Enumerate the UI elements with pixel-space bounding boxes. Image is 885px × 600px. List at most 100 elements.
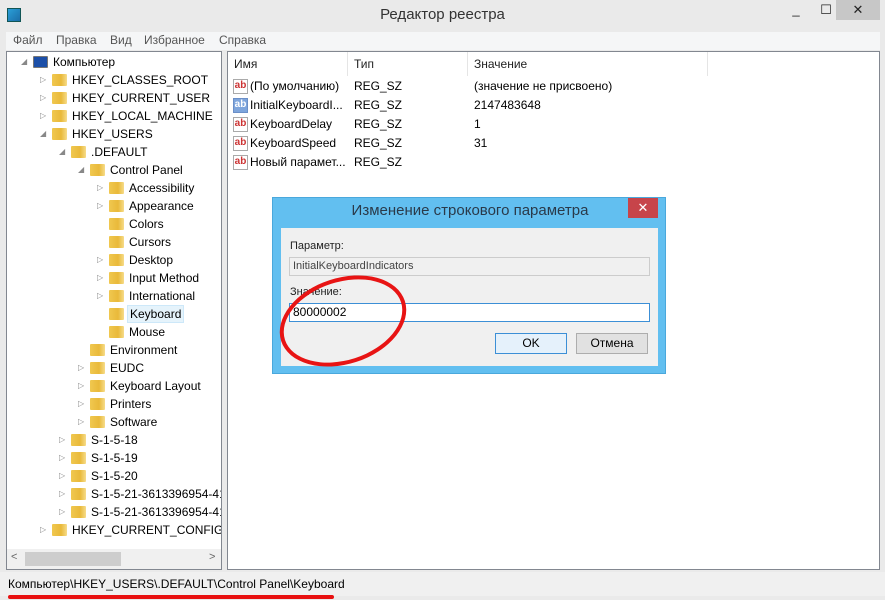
expand-arrow-icon[interactable]: ▷ (40, 521, 48, 539)
expand-arrow-icon[interactable]: ▷ (40, 89, 48, 107)
tree-item-label: Appearance (129, 199, 194, 213)
tree-item-label: Accessibility (129, 181, 195, 195)
expand-arrow-icon[interactable]: ▷ (78, 395, 86, 413)
tree-item[interactable]: ▷ Software (7, 413, 221, 431)
menu-view[interactable]: Вид (110, 33, 132, 47)
tree-item-label: HKEY_CURRENT_USER (72, 91, 211, 105)
tree-item[interactable]: ▷ S-1-5-21-3613396954-418 (7, 485, 221, 503)
collapse-arrow-icon[interactable]: ◢ (78, 161, 86, 179)
value-row[interactable]: ab Новый парамет... REG_SZ (228, 153, 828, 172)
value-type: REG_SZ (354, 136, 403, 150)
tree-item[interactable]: ◢ Control Panel (7, 161, 221, 179)
tree-item[interactable]: ◢ HKEY_USERS (7, 125, 221, 143)
expand-arrow-icon[interactable]: ▷ (59, 467, 67, 485)
scroll-right-icon[interactable]: > (209, 551, 215, 563)
tree-item[interactable]: ▷ HKEY_CURRENT_USER (7, 89, 221, 107)
tree-item[interactable]: ▷ Printers (7, 395, 221, 413)
tree-item[interactable]: ▷ S-1-5-18 (7, 431, 221, 449)
close-button[interactable]: ✕ (836, 0, 880, 20)
tree-item[interactable]: Colors (7, 215, 221, 233)
expand-arrow-icon[interactable]: ▷ (97, 197, 105, 215)
tree-item[interactable]: ▷ International (7, 287, 221, 305)
tree-item[interactable]: Mouse (7, 323, 221, 341)
expand-arrow-icon[interactable]: ▷ (97, 287, 105, 305)
expand-arrow-icon[interactable]: ▷ (59, 503, 67, 521)
dialog-close-button[interactable]: ✕ (628, 198, 658, 218)
expand-arrow-icon[interactable]: ▷ (97, 179, 105, 197)
value-data: 1 (474, 117, 481, 131)
expand-arrow-icon[interactable]: ▷ (59, 485, 67, 503)
minimize-button[interactable]: _ (781, 0, 811, 20)
value-input[interactable]: 80000002 (289, 303, 650, 322)
tree-item[interactable]: ▷ Desktop (7, 251, 221, 269)
value-row[interactable]: ab KeyboardDelay REG_SZ 1 (228, 115, 828, 134)
tree-item[interactable]: ▷ EUDC (7, 359, 221, 377)
scroll-left-icon[interactable]: < (11, 551, 17, 563)
expand-arrow-icon[interactable]: ▷ (40, 71, 48, 89)
tree-item-label: Printers (110, 397, 152, 411)
tree-item[interactable]: ▷ Accessibility (7, 179, 221, 197)
expand-arrow-icon[interactable]: ▷ (59, 431, 67, 449)
tree-item[interactable]: Keyboard (7, 305, 221, 323)
tree-item[interactable]: ◢ Компьютер (7, 53, 221, 71)
column-name[interactable]: Имя (228, 52, 348, 76)
scroll-thumb[interactable] (25, 552, 121, 566)
expand-arrow-icon[interactable]: ▷ (40, 107, 48, 125)
expand-arrow-icon[interactable]: ▷ (97, 251, 105, 269)
tree-item-label: Cursors (129, 235, 172, 249)
folder-icon (52, 128, 67, 140)
folder-icon (90, 344, 105, 356)
value-type: REG_SZ (354, 155, 403, 169)
value-row[interactable]: ab KeyboardSpeed REG_SZ 31 (228, 134, 828, 153)
menu-file[interactable]: Файл (13, 33, 43, 47)
collapse-arrow-icon[interactable]: ◢ (40, 125, 48, 143)
value-type: REG_SZ (354, 117, 403, 131)
folder-icon (109, 308, 124, 320)
value-row[interactable]: ab InitialKeyboardI... REG_SZ 2147483648 (228, 96, 828, 115)
tree-item[interactable]: ▷ Keyboard Layout (7, 377, 221, 395)
expand-arrow-icon[interactable]: ▷ (78, 377, 86, 395)
horizontal-scrollbar[interactable]: < > (7, 549, 221, 569)
menu-edit[interactable]: Правка (56, 33, 97, 47)
tree-item-label: .DEFAULT (91, 145, 148, 159)
computer-icon (33, 56, 48, 68)
tree-item-label: Software (110, 415, 158, 429)
ok-button[interactable]: OK (495, 333, 567, 354)
cancel-button[interactable]: Отмена (576, 333, 648, 354)
tree-item[interactable]: Environment (7, 341, 221, 359)
value-type: REG_SZ (354, 79, 403, 93)
menu-help[interactable]: Справка (219, 33, 266, 47)
collapse-arrow-icon[interactable]: ◢ (59, 143, 67, 161)
value-row[interactable]: ab (По умолчанию) REG_SZ (значение не присв… (228, 77, 828, 96)
tree-item-label: Input Method (129, 271, 200, 285)
tree-item[interactable]: ▷ HKEY_CURRENT_CONFIG (7, 521, 221, 539)
value-name: KeyboardDelay (250, 117, 333, 131)
collapse-arrow-icon[interactable]: ◢ (21, 53, 29, 71)
title-bar: Редактор реестра _ ☐ ✕ (0, 0, 885, 32)
tree-item[interactable]: ▷ S-1-5-21-3613396954-418 (7, 503, 221, 521)
tree-item[interactable]: ▷ S-1-5-19 (7, 449, 221, 467)
tree-item[interactable]: ▷ Appearance (7, 197, 221, 215)
tree-item[interactable]: ▷ HKEY_LOCAL_MACHINE (7, 107, 221, 125)
annotation-underline (8, 595, 334, 599)
string-value-icon: ab (233, 98, 248, 113)
tree-item[interactable]: ◢ .DEFAULT (7, 143, 221, 161)
value-data: (значение не присвоено) (474, 79, 613, 93)
string-value-icon: ab (233, 155, 248, 170)
tree-item[interactable]: ▷ Input Method (7, 269, 221, 287)
tree-item-label: S-1-5-20 (91, 469, 138, 483)
expand-arrow-icon[interactable]: ▷ (97, 269, 105, 287)
column-data[interactable]: Значение (468, 52, 708, 76)
tree-item-label: EUDC (110, 361, 145, 375)
expand-arrow-icon[interactable]: ▷ (78, 413, 86, 431)
tree-pane[interactable]: ◢ Компьютер ▷ HKEY_CLASSES_ROOT ▷ HKEY_CURREN… (6, 51, 222, 570)
tree-item[interactable]: ▷ S-1-5-20 (7, 467, 221, 485)
expand-arrow-icon[interactable]: ▷ (59, 449, 67, 467)
tree-item-label: HKEY_USERS (72, 127, 153, 141)
tree-item[interactable]: Cursors (7, 233, 221, 251)
column-type[interactable]: Тип (348, 52, 468, 76)
expand-arrow-icon[interactable]: ▷ (78, 359, 86, 377)
folder-icon (109, 254, 124, 266)
tree-item[interactable]: ▷ HKEY_CLASSES_ROOT (7, 71, 221, 89)
menu-favorites[interactable]: Избранное (144, 33, 205, 47)
